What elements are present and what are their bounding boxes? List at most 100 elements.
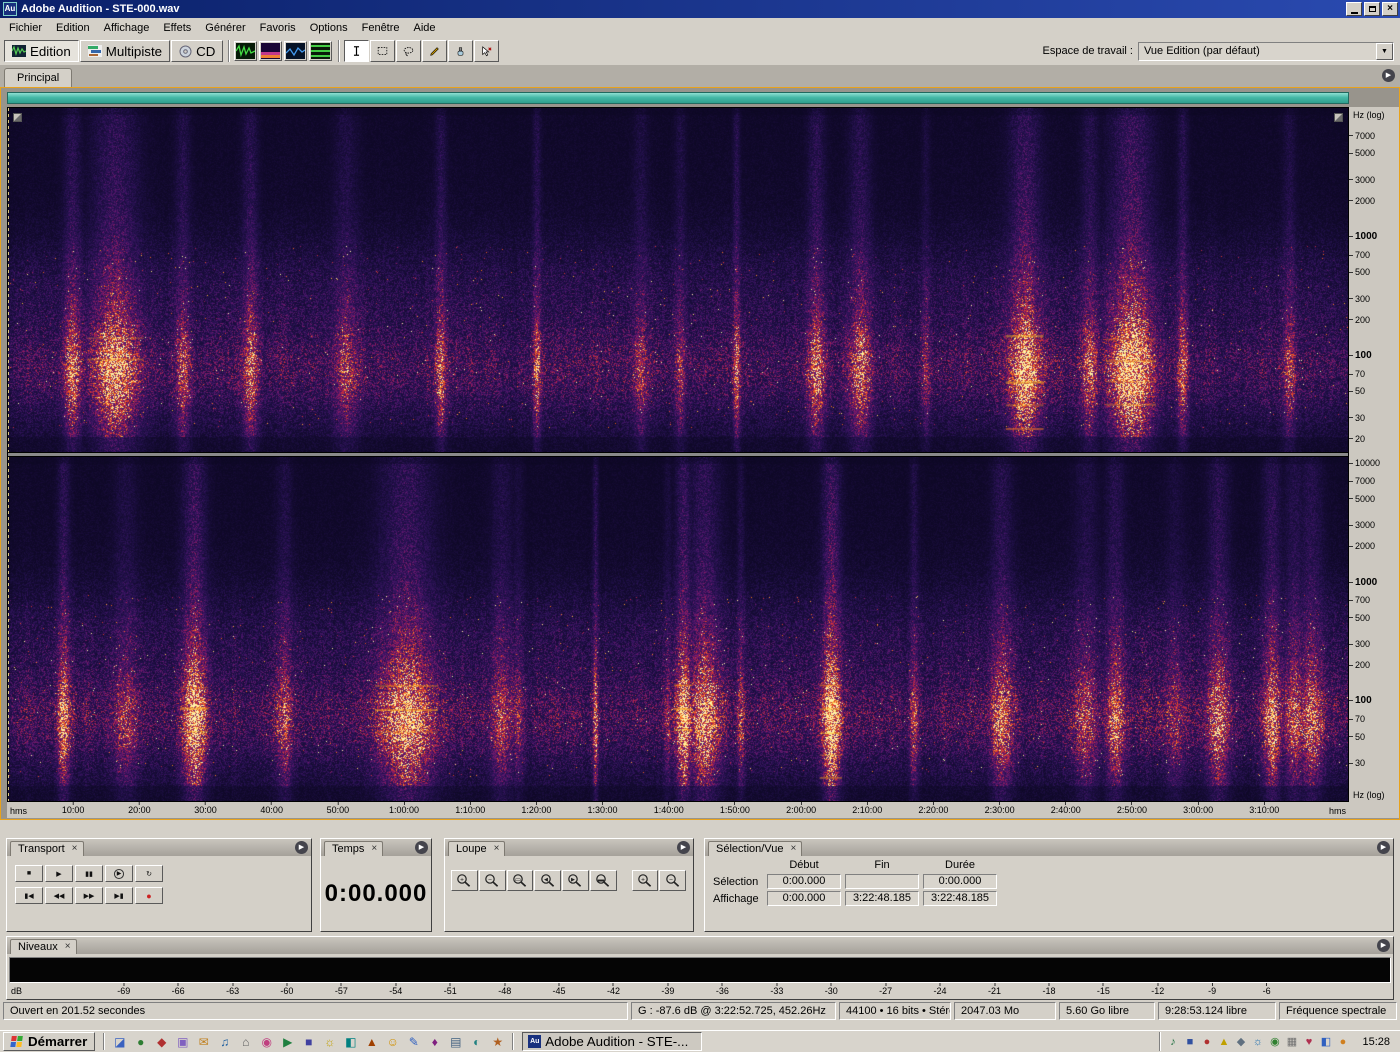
selection-view-tab[interactable]: Sélection/Vue ×: [708, 841, 803, 856]
panel-menu-icon[interactable]: ▶: [295, 841, 308, 854]
quicklaunch-icon-14[interactable]: ☺: [382, 1033, 403, 1051]
field-se-lection-de-but[interactable]: 0:00.000: [767, 874, 841, 889]
rewind-button[interactable]: ◀◀: [45, 887, 73, 904]
quicklaunch-icon-10[interactable]: ■: [298, 1033, 319, 1051]
spectrogram-canvas-right[interactable]: [8, 457, 1348, 801]
transport-tab[interactable]: Transport ×: [10, 841, 84, 856]
play-circled-button[interactable]: ▶: [105, 865, 133, 882]
panel-close-icon[interactable]: ×: [65, 942, 71, 952]
tray-icon-7[interactable]: ◉: [1266, 1034, 1283, 1050]
quicklaunch-icon-11[interactable]: ☼: [319, 1033, 340, 1051]
start-button[interactable]: Démarrer: [3, 1032, 96, 1051]
quicklaunch-icon-5[interactable]: ✉: [193, 1033, 214, 1051]
tray-icon-6[interactable]: ☼: [1249, 1034, 1266, 1050]
quicklaunch-icon-13[interactable]: ▲: [361, 1033, 382, 1051]
spectrogram-right-channel[interactable]: [8, 457, 1348, 801]
menu-edition[interactable]: Edition: [49, 20, 97, 36]
tray-icon-3[interactable]: ●: [1198, 1034, 1215, 1050]
menu-affichage[interactable]: Affichage: [97, 20, 157, 36]
quicklaunch-icon-1[interactable]: ◪: [109, 1033, 130, 1051]
zoom-selection-button[interactable]: ▬: [589, 870, 617, 891]
menu-aide[interactable]: Aide: [407, 20, 443, 36]
zoom-sel-left-button[interactable]: ◄: [534, 870, 561, 891]
tray-icon-8[interactable]: ▦: [1283, 1034, 1300, 1050]
edition-mode-button[interactable]: Edition: [4, 40, 79, 62]
field-affichage-dure-e[interactable]: 3:22:48.185: [923, 891, 997, 906]
menu-favoris[interactable]: Favoris: [253, 20, 303, 36]
time-selection-tool[interactable]: [344, 40, 370, 62]
panel-menu-icon[interactable]: ▶: [415, 841, 428, 854]
boundary-handle-icon[interactable]: [1334, 113, 1343, 122]
spectrogram-canvas-left[interactable]: [8, 108, 1348, 452]
workspace-dropdown-arrow-icon[interactable]: ▼: [1376, 42, 1393, 60]
quicklaunch-icon-7[interactable]: ⌂: [235, 1033, 256, 1051]
scrub-tool[interactable]: [448, 40, 474, 62]
tray-icon-11[interactable]: ●: [1334, 1034, 1351, 1050]
quicklaunch-icon-2[interactable]: ●: [130, 1033, 151, 1051]
pencil-tool[interactable]: [422, 40, 448, 62]
quicklaunch-icon-4[interactable]: ▣: [172, 1033, 193, 1051]
tray-icon-5[interactable]: ◆: [1232, 1034, 1249, 1050]
spectrogram-left-channel[interactable]: [8, 108, 1348, 452]
tab-principal[interactable]: Principal: [4, 68, 73, 87]
timeline-ruler[interactable]: hms hms 10:00 20:00 30:00 40:00 50:00 1:00:00 1:…: [7, 802, 1349, 818]
play-button[interactable]: ▶: [45, 865, 73, 882]
menu-effets[interactable]: Effets: [156, 20, 198, 36]
go-start-button[interactable]: ▮◀: [15, 887, 43, 904]
menu-options[interactable]: Options: [303, 20, 355, 36]
menu-fichier[interactable]: Fichier: [2, 20, 49, 36]
panel-close-icon[interactable]: ×: [72, 844, 78, 854]
menu-ge-ne-rer[interactable]: Générer: [198, 20, 252, 36]
workspace-select[interactable]: Vue Edition (par défaut) ▼: [1138, 41, 1394, 61]
quicklaunch-icon-19[interactable]: ★: [487, 1033, 508, 1051]
phase-display-icon[interactable]: [309, 41, 333, 61]
field-affichage-de-but[interactable]: 0:00.000: [767, 891, 841, 906]
zoom-sel-right-button[interactable]: ►: [562, 870, 589, 891]
boundary-handle-icon[interactable]: [13, 113, 22, 122]
panel-menu-icon[interactable]: ▶: [1377, 939, 1390, 952]
field-affichage-fin[interactable]: 3:22:48.185: [845, 891, 919, 906]
tray-icon-2[interactable]: ■: [1181, 1034, 1198, 1050]
waveform-display-icon[interactable]: [234, 41, 258, 61]
lasso-selection-tool[interactable]: [396, 40, 422, 62]
pan-display-icon[interactable]: [284, 41, 308, 61]
restore-button[interactable]: [1364, 2, 1380, 16]
cd-mode-button[interactable]: CD: [171, 40, 224, 62]
marquee-selection-tool[interactable]: [370, 40, 396, 62]
quicklaunch-icon-9[interactable]: ▶: [277, 1033, 298, 1051]
quicklaunch-icon-8[interactable]: ◉: [256, 1033, 277, 1051]
zoom-tab[interactable]: Loupe ×: [448, 841, 506, 856]
quicklaunch-icon-16[interactable]: ♦: [424, 1033, 445, 1051]
loop-button[interactable]: ↻: [135, 865, 163, 882]
overview-scrollbar[interactable]: [7, 92, 1349, 104]
spectral-display-icon[interactable]: [259, 41, 283, 61]
quicklaunch-icon-12[interactable]: ◧: [340, 1033, 361, 1051]
menu-fene-tre[interactable]: Fenêtre: [355, 20, 407, 36]
time-tab[interactable]: Temps ×: [324, 841, 384, 856]
zoom-out-v-button[interactable]: −: [659, 870, 686, 891]
quicklaunch-icon-6[interactable]: ♫: [214, 1033, 235, 1051]
panel-close-icon[interactable]: ×: [371, 844, 377, 854]
zoom-window-button[interactable]: ▭: [506, 870, 534, 891]
quicklaunch-icon-15[interactable]: ✎: [403, 1033, 424, 1051]
pause-button[interactable]: ▮▮: [75, 865, 103, 882]
zoom-out-h-button[interactable]: −: [478, 870, 506, 891]
close-button[interactable]: ×: [1382, 2, 1398, 16]
panel-menu-icon[interactable]: ▶: [1382, 69, 1395, 82]
forward-button[interactable]: ▶▶: [75, 887, 103, 904]
tray-icon-10[interactable]: ◧: [1317, 1034, 1334, 1050]
panel-close-icon[interactable]: ×: [494, 844, 500, 854]
levels-tab[interactable]: Niveaux ×: [10, 939, 77, 954]
record-button[interactable]: ●: [135, 887, 163, 904]
stop-button[interactable]: ■: [15, 865, 43, 882]
panel-menu-icon[interactable]: ▶: [1377, 841, 1390, 854]
hybrid-tool[interactable]: [474, 40, 500, 62]
tray-icon-9[interactable]: ♥: [1300, 1034, 1317, 1050]
taskbar-task-button[interactable]: Au Adobe Audition - STE-...: [522, 1032, 703, 1051]
panel-close-icon[interactable]: ×: [790, 844, 796, 854]
tray-icon-4[interactable]: ▲: [1215, 1034, 1232, 1050]
field-se-lection-fin[interactable]: [845, 874, 919, 889]
quicklaunch-icon-18[interactable]: ◐: [466, 1033, 487, 1051]
minimize-button[interactable]: [1346, 2, 1362, 16]
frequency-axis[interactable]: Hz (log) 7000 5000 3000 2000 1000 700 500 300 20…: [1349, 107, 1399, 818]
